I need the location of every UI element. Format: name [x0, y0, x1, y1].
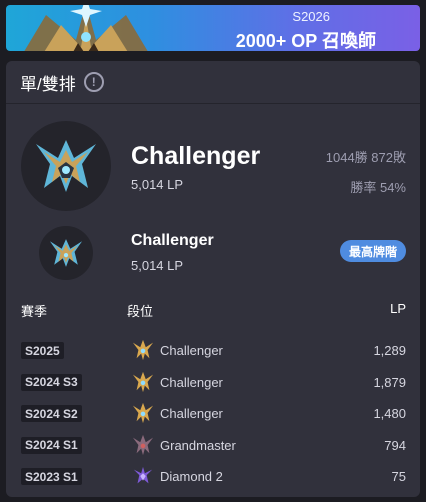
- current-rank: Challenger 5,014 LP 1044勝 872敗 勝率 54%: [6, 105, 420, 215]
- peak-rank-badge: 最高牌階: [339, 240, 406, 262]
- table-row: S2023 S1 Diamond 2 75: [6, 460, 420, 492]
- win-loss: 1044勝 872敗: [325, 150, 406, 165]
- banner-title: 2000+ OP 召喚師: [235, 31, 376, 51]
- row-lp: 1,289: [373, 343, 406, 358]
- season-history-list: S2025 Challenger 1,289 S2024 S3 Challeng…: [6, 334, 420, 492]
- table-row: S2024 S3 Challenger 1,879: [6, 366, 420, 398]
- grandmaster-icon: [132, 434, 154, 455]
- rank-emblem-large: [21, 121, 111, 211]
- row-tier: Challenger: [160, 406, 223, 421]
- rank-emblem-small: [39, 226, 93, 280]
- season-table-header: 賽季 段位 LP: [6, 299, 420, 321]
- challenger-icon: [132, 371, 154, 392]
- season-badge: S2024 S1: [21, 436, 82, 454]
- banner-season: S2026: [292, 9, 330, 24]
- season-badge: S2024 S2: [21, 405, 82, 422]
- info-icon[interactable]: !: [83, 72, 104, 92]
- row-lp: 75: [391, 469, 406, 484]
- peak-rank: Challenger 5,014 LP 最高牌階: [6, 218, 420, 286]
- challenger-icon: [36, 140, 96, 192]
- card-header: 單/雙排 !: [6, 61, 420, 104]
- header-lp: LP: [390, 301, 406, 316]
- row-lp: 794: [384, 437, 406, 453]
- win-rate: 勝率 54%: [350, 180, 406, 195]
- row-lp: 1,879: [373, 374, 406, 390]
- current-lp: 5,014 LP: [131, 177, 184, 192]
- challenger-emblem-banner-icon: [24, 5, 148, 51]
- challenger-icon: [132, 339, 154, 361]
- header-tier: 段位: [127, 304, 154, 319]
- peak-lp: 5,014 LP: [131, 258, 184, 273]
- peak-tier: Challenger: [131, 232, 214, 249]
- season-badge: S2024 S3: [21, 373, 82, 391]
- promo-banner[interactable]: S2026 2000+ OP 召喚師: [6, 5, 420, 51]
- season-badge: S2025: [21, 342, 64, 359]
- row-tier: Challenger: [160, 343, 223, 358]
- season-badge: S2023 S1: [21, 468, 82, 485]
- header-season: 賽季: [21, 304, 48, 319]
- row-lp: 1,480: [373, 406, 406, 421]
- row-tier: Challenger: [160, 374, 223, 390]
- challenger-icon: [132, 402, 154, 424]
- table-row: S2024 S2 Challenger 1,480: [6, 397, 420, 429]
- diamond-icon: [133, 466, 153, 484]
- table-row: S2024 S1 Grandmaster 794: [6, 429, 420, 461]
- queue-title: 單/雙排: [20, 74, 76, 94]
- row-tier: Diamond 2: [160, 469, 223, 484]
- row-tier: Grandmaster: [160, 437, 236, 453]
- table-row: S2025 Challenger 1,289: [6, 334, 420, 366]
- current-tier: Challenger: [131, 142, 261, 170]
- solo-duo-rank-card: 單/雙排 ! Challenger 5,014 LP 1044勝 872敗 勝率…: [6, 61, 420, 497]
- challenger-icon: [49, 239, 83, 267]
